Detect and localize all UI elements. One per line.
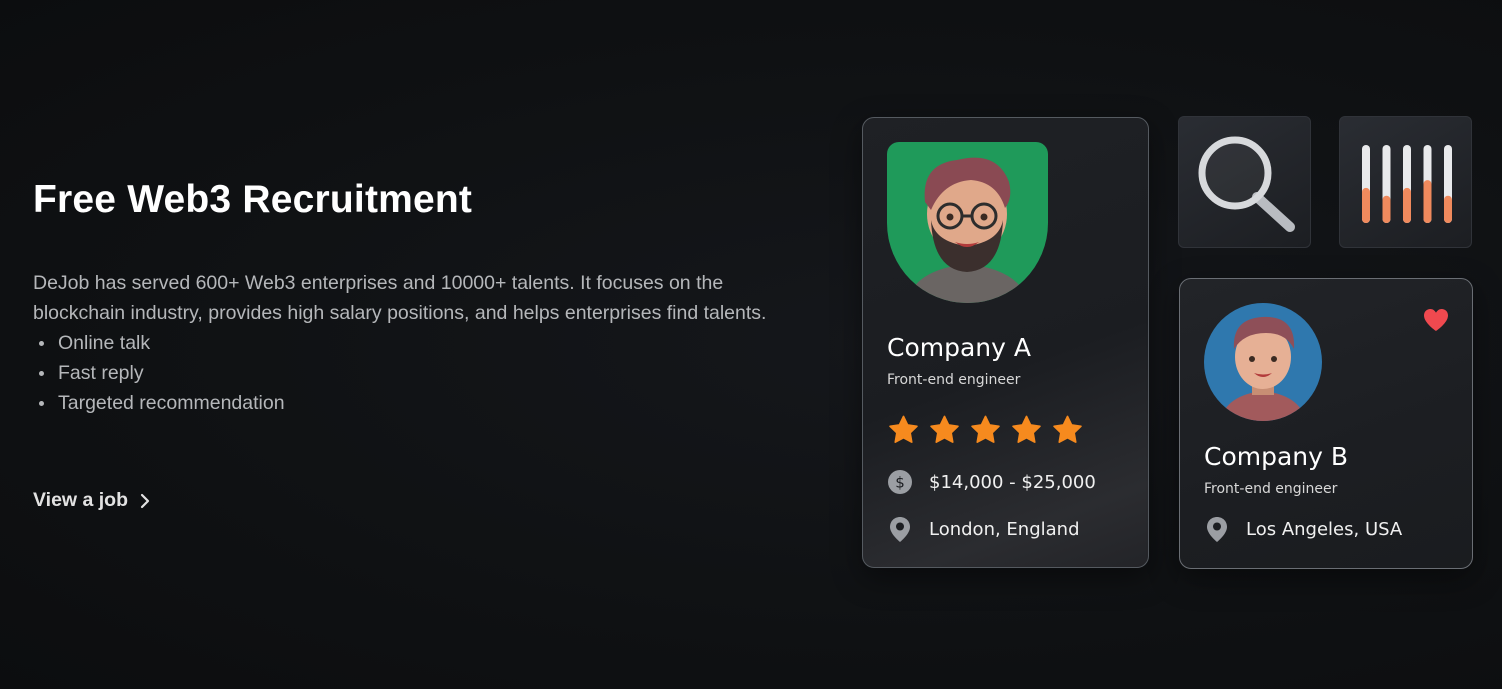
view-job-label: View a job (33, 489, 129, 511)
feature-item: Online talk (33, 328, 773, 358)
avatar (1204, 303, 1322, 421)
job-card-company-a[interactable]: Company A Front-end engineer $ $14,000 -… (862, 117, 1149, 568)
location-row: London, England (887, 516, 1080, 542)
chevron-right-icon (140, 493, 150, 508)
company-name: Company A (887, 333, 1031, 362)
avatar-illustration (1220, 316, 1306, 421)
job-card-company-b[interactable]: Company B Front-end engineer Los Angeles… (1179, 278, 1473, 569)
job-role: Front-end engineer (887, 372, 1021, 388)
feature-item: Fast reply (33, 358, 773, 388)
view-job-link[interactable]: View a job (33, 489, 150, 512)
feature-list: Online talk Fast reply Targeted recommen… (33, 328, 773, 418)
job-role: Front-end engineer (1204, 481, 1338, 497)
bar-fill (1423, 180, 1432, 223)
salary-row: $ $14,000 - $25,000 (887, 469, 1096, 495)
star-icon (1053, 415, 1082, 443)
bar-gauge-icon (1362, 145, 1452, 223)
page-title: Free Web3 Recruitment (33, 178, 473, 221)
hero-description-block: DeJob has served 600+ Web3 enterprises a… (33, 268, 773, 418)
magnifier-icon (1198, 136, 1295, 232)
star-icon (1012, 415, 1041, 443)
avatar (887, 142, 1048, 303)
company-name: Company B (1204, 442, 1349, 471)
hero-description: DeJob has served 600+ Web3 enterprises a… (33, 272, 767, 324)
bar-fill (1444, 195, 1452, 223)
star-icon (930, 415, 959, 443)
location-text: London, England (929, 518, 1080, 540)
feature-item: Targeted recommendation (33, 388, 773, 418)
bar-fill (1382, 195, 1391, 223)
location-row: Los Angeles, USA (1204, 516, 1402, 542)
avatar-illustration (907, 157, 1028, 303)
rating-stars (887, 414, 1084, 446)
star-icon (889, 415, 918, 443)
map-pin-icon (1204, 516, 1230, 542)
bar-fill (1362, 187, 1370, 223)
map-pin-icon (887, 516, 913, 542)
dollar-coin-icon: $ (887, 469, 913, 495)
search-tile (1178, 116, 1311, 248)
star-icon (971, 415, 1000, 443)
heart-icon[interactable] (1422, 307, 1450, 333)
chart-tile (1339, 116, 1472, 248)
salary-range: $14,000 - $25,000 (929, 471, 1096, 493)
bar-fill (1403, 187, 1411, 223)
location-text: Los Angeles, USA (1246, 518, 1403, 540)
svg-text:$: $ (895, 474, 905, 492)
